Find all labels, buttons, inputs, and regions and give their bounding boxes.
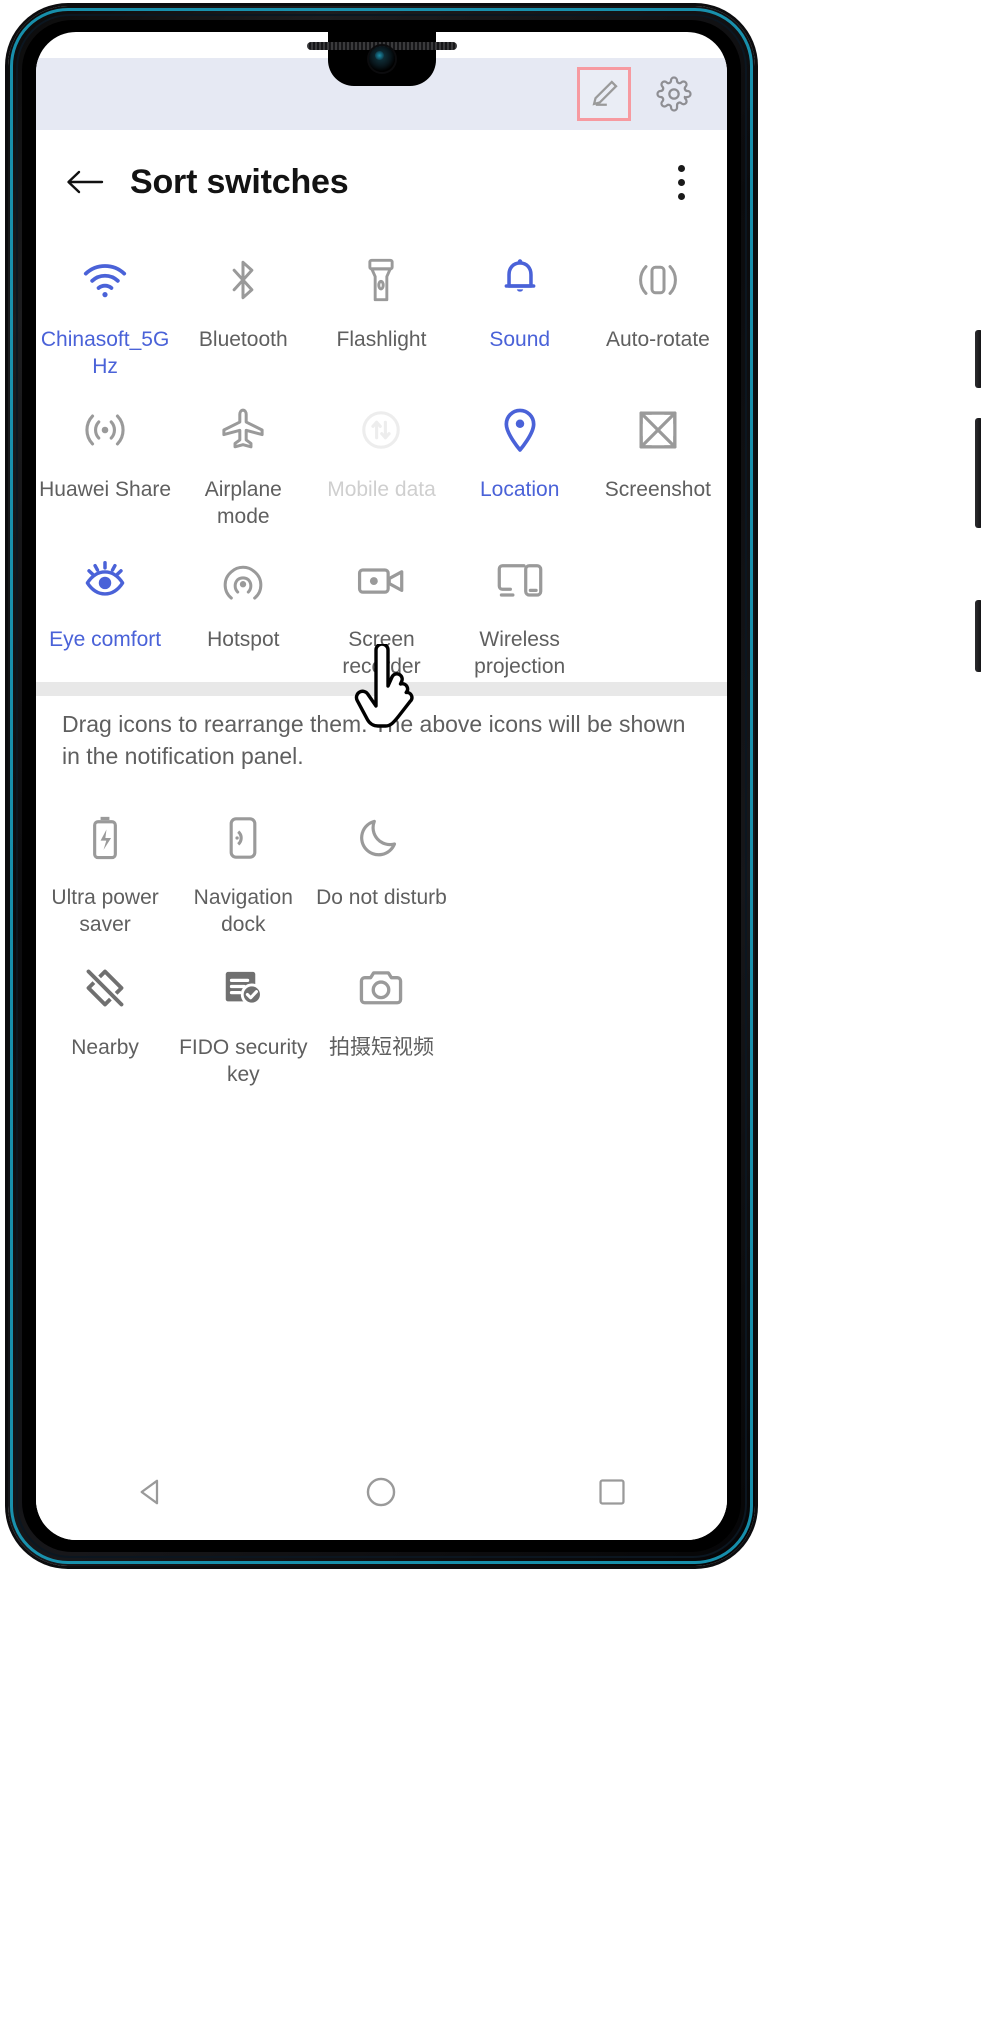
hotspot-icon xyxy=(221,552,265,608)
switch-tile-wireless-projection[interactable]: Wireless projection xyxy=(451,534,589,684)
switch-label: 拍摄短视频 xyxy=(328,1036,434,1059)
more-vertical-icon xyxy=(677,164,685,172)
active-switches-grid: Chinasoft_5GHz Bluetooth Flashlight Soun… xyxy=(36,234,727,684)
switch-label: Airplane mode xyxy=(204,478,282,528)
settings-button[interactable] xyxy=(647,67,701,121)
nav-home-circle-icon xyxy=(367,1477,396,1507)
side-button-3[interactable] xyxy=(975,600,981,672)
fido-key-icon xyxy=(220,960,266,1016)
switch-label: Hotspot xyxy=(207,628,280,651)
switch-label: Wireless projection xyxy=(474,628,566,678)
drag-hint-text: Drag icons to rearrange them. The above … xyxy=(62,711,686,769)
available-switches-grid: Ultra power saver Navigation dock Do not… xyxy=(36,792,727,1092)
switch-label: Navigation dock xyxy=(193,886,293,936)
mobile-data-icon xyxy=(359,402,403,458)
airplane-icon xyxy=(219,402,267,458)
power-button[interactable] xyxy=(975,330,981,388)
nav-back-triangle-icon xyxy=(140,1479,159,1505)
navigation-dock-icon xyxy=(226,810,260,866)
switch-label: FIDO security key xyxy=(179,1036,308,1086)
switch-tile-do-not-disturb[interactable]: Do not disturb xyxy=(312,792,450,942)
switch-label: Do not disturb xyxy=(316,886,447,909)
switch-tile-mobile-data[interactable]: Mobile data xyxy=(312,384,450,534)
switch-tile-auto-rotate[interactable]: Auto-rotate xyxy=(589,234,727,384)
switch-label: Chinasoft_5GHz xyxy=(40,328,170,378)
back-button[interactable] xyxy=(62,159,108,205)
front-camera-icon xyxy=(368,46,395,72)
phone-screen: Sort switches Chinasoft_5GHz Bluetooth F… xyxy=(36,32,727,1540)
battery-bolt-icon xyxy=(88,810,122,866)
app-bar: Sort switches xyxy=(36,130,727,234)
switch-tile-wifi[interactable]: Chinasoft_5GHz xyxy=(36,234,174,384)
section-divider xyxy=(36,682,727,696)
more-vertical-icon xyxy=(677,178,685,186)
nav-recents-square-icon xyxy=(599,1479,625,1505)
switch-label: Ultra power saver xyxy=(51,886,159,936)
switch-label: Nearby xyxy=(71,1036,139,1059)
wireless-projection-icon xyxy=(495,552,545,608)
nav-recents-button[interactable] xyxy=(582,1462,642,1522)
switch-label: Sound xyxy=(489,328,551,351)
switch-tile-eye-comfort[interactable]: Eye comfort xyxy=(36,534,174,684)
gear-icon xyxy=(656,76,692,112)
moon-icon xyxy=(359,810,403,866)
screenshot-root: Sort switches Chinasoft_5GHz Bluetooth F… xyxy=(0,0,981,2031)
nav-home-button[interactable] xyxy=(351,1462,411,1522)
switch-tile-airplane-mode[interactable]: Airplane mode xyxy=(174,384,312,534)
phone-bezel: Sort switches Chinasoft_5GHz Bluetooth F… xyxy=(22,20,741,1552)
switch-tile-nearby[interactable]: Nearby xyxy=(36,942,174,1092)
switch-tile-sound[interactable]: Sound xyxy=(451,234,589,384)
overflow-menu-button[interactable] xyxy=(661,158,701,206)
switch-tile-short-video[interactable]: 拍摄短视频 xyxy=(312,942,450,1092)
switch-label: Auto-rotate xyxy=(605,328,710,351)
bluetooth-icon xyxy=(226,252,260,308)
switch-tile-flashlight[interactable]: Flashlight xyxy=(312,234,450,384)
switch-label: Mobile data xyxy=(327,478,436,501)
page-title: Sort switches xyxy=(130,162,349,201)
wifi-icon xyxy=(81,252,129,308)
android-nav-bar xyxy=(36,1444,727,1540)
nearby-off-icon xyxy=(82,960,128,1016)
switch-tile-fido-security-key[interactable]: FIDO security key xyxy=(174,942,312,1092)
switch-tile-ultra-power-saver[interactable]: Ultra power saver xyxy=(36,792,174,942)
eye-comfort-icon xyxy=(81,552,129,608)
nav-back-button[interactable] xyxy=(121,1462,181,1522)
switch-label: Huawei Share xyxy=(39,478,172,501)
switch-label: Bluetooth xyxy=(198,328,288,351)
switch-tile-bluetooth[interactable]: Bluetooth xyxy=(174,234,312,384)
switch-tile-screen-recorder[interactable]: Screen recorder xyxy=(312,534,450,684)
flashlight-icon xyxy=(363,252,399,308)
switch-label: Location xyxy=(479,478,560,501)
bell-icon xyxy=(498,252,542,308)
fido-key-glyph xyxy=(226,971,264,1006)
screenshot-icon xyxy=(635,402,681,458)
volume-button[interactable] xyxy=(975,418,981,528)
spacer-cell xyxy=(589,792,727,942)
switch-label: Screenshot xyxy=(604,478,711,501)
pencil-edit-button[interactable] xyxy=(577,67,631,121)
screen-recorder-icon xyxy=(356,552,406,608)
switch-label: Eye comfort xyxy=(49,628,162,651)
switch-label: Screen recorder xyxy=(342,628,421,678)
back-arrow-icon xyxy=(67,170,104,194)
huawei-share-icon xyxy=(81,402,129,458)
switch-tile-screenshot[interactable]: Screenshot xyxy=(589,384,727,534)
pencil-icon xyxy=(592,80,618,106)
available-switches-section: Ultra power saver Navigation dock Do not… xyxy=(36,792,727,1092)
location-pin-icon xyxy=(499,402,541,458)
auto-rotate-icon xyxy=(635,252,681,308)
switch-tile-location[interactable]: Location xyxy=(451,384,589,534)
more-vertical-icon xyxy=(677,192,685,200)
active-switches-section: Chinasoft_5GHz Bluetooth Flashlight Soun… xyxy=(36,234,727,684)
switch-tile-navigation-dock[interactable]: Navigation dock xyxy=(174,792,312,942)
switch-label: Flashlight xyxy=(336,328,427,351)
spacer-cell xyxy=(451,792,589,942)
camera-icon xyxy=(357,960,405,1016)
switch-tile-huawei-share[interactable]: Huawei Share xyxy=(36,384,174,534)
switch-tile-hotspot[interactable]: Hotspot xyxy=(174,534,312,684)
